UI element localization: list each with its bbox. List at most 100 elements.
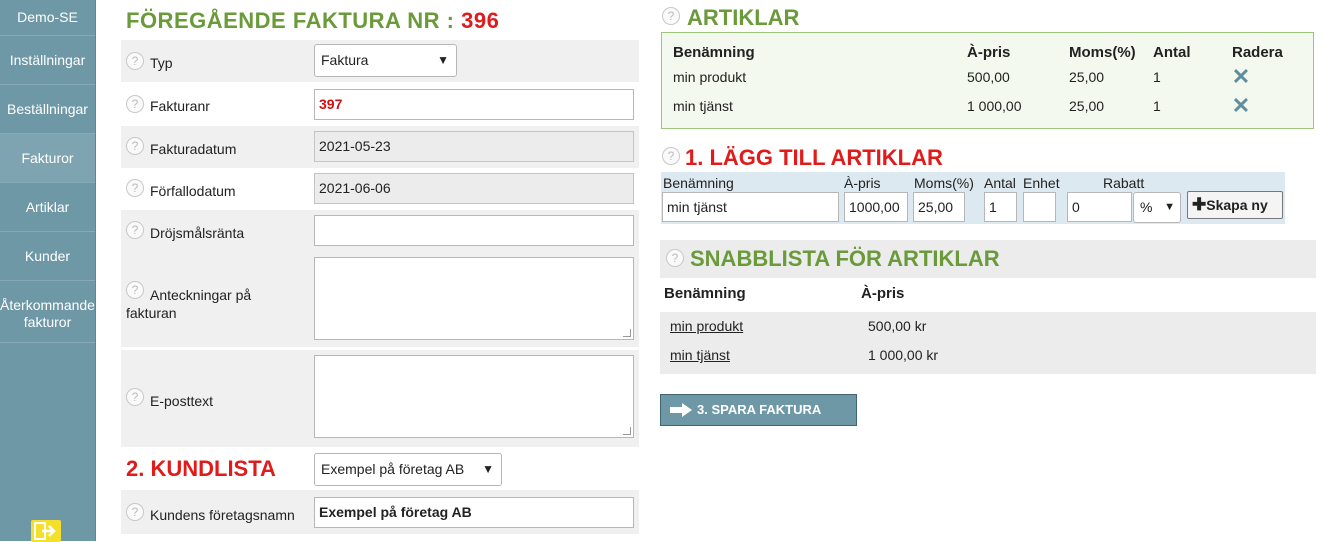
fakturadatum-label: Fakturadatum: [150, 141, 237, 157]
quicklist-item-link[interactable]: min produkt: [670, 318, 743, 334]
x-icon[interactable]: ✕: [1231, 66, 1251, 88]
column-header-vat: Moms(%): [1069, 44, 1136, 61]
add-price-input[interactable]: 1000,00: [844, 192, 908, 222]
create-article-button[interactable]: ✚Skapa ny: [1187, 191, 1283, 219]
sidebar: Demo-SE Inställningar Beställningar Fakt…: [0, 0, 96, 542]
drojsmalsranta-input[interactable]: [314, 215, 634, 246]
drojsmalsranta-label: Dröjsmålsränta: [150, 225, 245, 241]
field-row-eposttext: ? E-posttext: [121, 350, 639, 447]
field-row-drojsmalsranta: ? Dröjsmålsränta: [121, 210, 639, 251]
plus-icon: ✚: [1192, 195, 1207, 214]
x-icon[interactable]: ✕: [1231, 95, 1251, 117]
logout-icon[interactable]: [31, 520, 61, 542]
help-circle-icon[interactable]: ?: [662, 147, 680, 165]
kundlista-select-value: Exempel på företag AB: [321, 461, 465, 477]
row-qty: 1: [1153, 98, 1161, 114]
typ-select[interactable]: Faktura ▼: [314, 44, 457, 77]
field-row-forfallodatum: ? Förfallodatum 2021-06-06: [121, 168, 639, 210]
add-qty-label: Antal: [984, 175, 1016, 191]
column-header-qty: Antal: [1153, 44, 1191, 61]
sidebar-item-fakturor[interactable]: Fakturor: [0, 134, 95, 183]
typ-select-value: Faktura: [321, 52, 369, 68]
save-invoice-button[interactable]: 3. SPARA FAKTURA: [660, 394, 857, 426]
help-circle-icon[interactable]: ?: [126, 52, 144, 70]
kundlista-heading: 2. KUNDLISTA: [126, 456, 276, 481]
chevron-down-icon: ▼: [1164, 201, 1175, 213]
sidebar-item-aterkommande-fakturor[interactable]: Återkommande fakturor: [0, 281, 95, 343]
row-name: min tjänst: [673, 98, 733, 114]
row-price: 1 000,00: [967, 98, 1022, 114]
save-invoice-label: 3. SPARA FAKTURA: [697, 402, 822, 417]
add-discount-label: Rabatt: [1103, 175, 1145, 191]
sidebar-item-label: Återkommande fakturor: [0, 296, 95, 330]
sidebar-item-label: Artiklar: [25, 198, 70, 215]
quicklist-column-name: Benämning: [664, 285, 746, 302]
resize-grip-icon[interactable]: [623, 427, 631, 435]
sidebar-item-artiklar[interactable]: Artiklar: [0, 183, 95, 232]
artiklar-heading: ARTIKLAR: [687, 5, 800, 30]
previous-invoice-heading: FÖREGÅENDE FAKTURA NR : 396: [126, 8, 499, 34]
add-discount-input[interactable]: 0: [1067, 192, 1132, 222]
quicklist-column-price: À-pris: [861, 285, 905, 302]
anteckningar-label: Anteckningar på fakturan: [126, 287, 252, 321]
discount-type-value: %: [1140, 199, 1153, 215]
fakturadatum-input[interactable]: 2021-05-23: [314, 131, 634, 162]
company-input[interactable]: Exempel på företag AB: [314, 497, 634, 528]
chevron-down-icon: ▼: [482, 462, 494, 476]
row-vat: 25,00: [1069, 69, 1105, 85]
help-circle-icon[interactable]: ?: [666, 249, 684, 267]
sidebar-item-bestallningar[interactable]: Beställningar: [0, 85, 95, 134]
create-article-label: Skapa ny: [1206, 197, 1268, 213]
add-article-form: Benämning À-pris Moms(%) Antal Enhet Rab…: [661, 172, 1285, 224]
discount-type-select[interactable]: % ▼: [1133, 192, 1181, 223]
company-label: Kundens företagsnamn: [150, 507, 295, 523]
field-row-company: ? Kundens företagsnamn Exempel på företa…: [121, 490, 639, 534]
fakturanr-input[interactable]: 397: [314, 89, 634, 120]
chevron-down-icon: ▼: [437, 53, 449, 67]
column-header-delete: Radera: [1232, 44, 1283, 61]
forfallodatum-input[interactable]: 2021-06-06: [314, 173, 634, 204]
help-circle-icon[interactable]: ?: [126, 503, 144, 521]
fakturanr-label: Fakturanr: [150, 98, 210, 114]
kundlista-select[interactable]: Exempel på företag AB ▼: [314, 453, 502, 486]
row-vat: 25,00: [1069, 98, 1105, 114]
sidebar-item-label: Demo-SE: [17, 9, 78, 25]
list-item: min produkt 500,00 kr: [660, 312, 1316, 341]
quicklist-item-price: 500,00 kr: [868, 318, 927, 334]
eposttext-label: E-posttext: [150, 393, 214, 409]
sidebar-item-kunder[interactable]: Kunder: [0, 232, 95, 281]
field-row-fakturanr: ? Fakturanr 397: [121, 83, 639, 125]
add-vat-label: Moms(%): [914, 175, 974, 191]
sidebar-item-demo-se[interactable]: Demo-SE: [0, 0, 95, 36]
add-price-label: À-pris: [844, 175, 881, 191]
sidebar-item-installningar[interactable]: Inställningar: [0, 36, 95, 85]
help-circle-icon[interactable]: ?: [126, 95, 144, 113]
field-row-typ: ? Typ Faktura ▼: [121, 40, 639, 82]
sidebar-item-label: Kunder: [24, 247, 71, 264]
previous-invoice-number: 396: [461, 8, 500, 33]
anteckningar-textarea[interactable]: [314, 257, 634, 340]
sidebar-item-label: Fakturor: [21, 149, 74, 166]
quicklist-header: ? SNABBLISTA FÖR ARTIKLAR: [660, 240, 1316, 278]
column-header-price: À-pris: [967, 44, 1011, 61]
quicklist-item-price: 1 000,00 kr: [868, 347, 939, 363]
eposttext-textarea[interactable]: [314, 355, 634, 438]
artiklar-table: Benämning À-pris Moms(%) Antal Radera mi…: [661, 32, 1314, 129]
quicklist-item-link[interactable]: min tjänst: [670, 347, 730, 363]
resize-grip-icon[interactable]: [623, 329, 631, 337]
help-circle-icon[interactable]: ?: [126, 388, 144, 406]
add-vat-input[interactable]: 25,00: [913, 192, 965, 222]
add-qty-input[interactable]: 1: [984, 192, 1017, 222]
help-circle-icon[interactable]: ?: [126, 221, 144, 239]
help-circle-icon[interactable]: ?: [662, 7, 680, 25]
help-circle-icon[interactable]: ?: [126, 137, 144, 155]
add-unit-input[interactable]: [1023, 192, 1056, 222]
arrow-right-icon: [670, 403, 692, 417]
sidebar-item-label: Beställningar: [7, 100, 88, 117]
row-name: min produkt: [673, 69, 747, 85]
add-name-input[interactable]: min tjänst: [662, 192, 839, 222]
help-circle-icon[interactable]: ?: [126, 179, 144, 197]
previous-invoice-heading-text: FÖREGÅENDE FAKTURA NR :: [126, 8, 455, 33]
field-row-anteckningar: ? Anteckningar på fakturan: [121, 251, 639, 347]
forfallodatum-label: Förfallodatum: [150, 183, 236, 199]
